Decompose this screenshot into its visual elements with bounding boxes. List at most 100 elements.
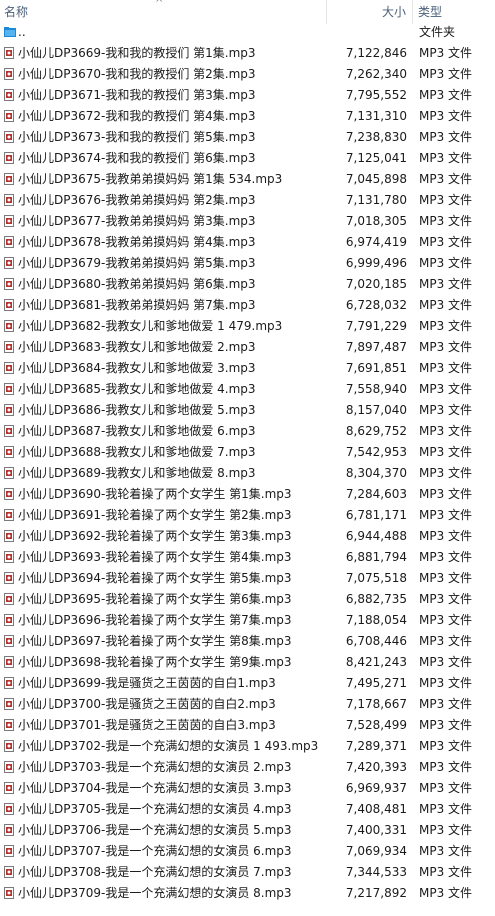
file-row[interactable]: 小仙儿DP3685-我教女儿和爹地做爱 4.mp3 7,558,940 MP3 文件	[0, 379, 495, 400]
file-row[interactable]: 小仙儿DP3707-我是一个充满幻想的女演员 6.mp3 7,069,934 MP3…	[0, 841, 495, 862]
audio-file-icon	[4, 803, 14, 815]
file-size: 7,420,393	[345, 760, 407, 774]
audio-file-icon	[4, 341, 14, 353]
file-type: MP3 文件	[419, 802, 473, 816]
file-type: MP3 文件	[419, 634, 473, 648]
file-row[interactable]: 小仙儿DP3675-我教弟弟摸妈妈 第1集 534.mp3 7,045,898 MP…	[0, 169, 495, 190]
audio-file-icon	[4, 509, 14, 521]
file-name: 小仙儿DP3687-我教女儿和爹地做爱 6.mp3	[18, 424, 256, 438]
file-row[interactable]: 小仙儿DP3682-我教女儿和爹地做爱 1 479.mp3 7,791,229 MP…	[0, 316, 495, 337]
file-row[interactable]: 小仙儿DP3683-我教女儿和爹地做爱 2.mp3 7,897,487 MP3 文件	[0, 337, 495, 358]
file-row[interactable]: 小仙儿DP3698-我轮着操了两个女学生 第9集.mp3 8,421,243 MP3…	[0, 652, 495, 673]
file-type: MP3 文件	[419, 865, 473, 879]
file-row[interactable]: 小仙儿DP3678-我教弟弟摸妈妈 第4集.mp3 6,974,419 MP3 文件	[0, 232, 495, 253]
file-size: 7,344,533	[345, 865, 407, 879]
file-row[interactable]: 小仙儿DP3699-我是骚货之王茵茵的自白1.mp3 7,495,271 MP3 文…	[0, 673, 495, 694]
audio-file-icon	[4, 215, 14, 227]
audio-file-icon	[4, 635, 14, 647]
file-row[interactable]: 小仙儿DP3671-我和我的教授们 第3集.mp3 7,795,552 MP3 文件	[0, 85, 495, 106]
file-name: 小仙儿DP3706-我是一个充满幻想的女演员 5.mp3	[18, 823, 292, 837]
file-row[interactable]: 小仙儿DP3696-我轮着操了两个女学生 第7集.mp3 7,188,054 MP3…	[0, 610, 495, 631]
file-row[interactable]: 小仙儿DP3676-我教弟弟摸妈妈 第2集.mp3 7,131,780 MP3 文件	[0, 190, 495, 211]
file-type: MP3 文件	[419, 781, 473, 795]
column-header-type[interactable]: 类型	[418, 4, 442, 20]
file-type: MP3 文件	[419, 361, 473, 375]
audio-file-icon	[4, 194, 14, 206]
file-row[interactable]: 小仙儿DP3677-我教弟弟摸妈妈 第3集.mp3 7,018,305 MP3 文件	[0, 211, 495, 232]
column-header-size[interactable]: 大小	[382, 4, 406, 20]
file-name: 小仙儿DP3675-我教弟弟摸妈妈 第1集 534.mp3	[18, 172, 283, 186]
file-row[interactable]: 小仙儿DP3705-我是一个充满幻想的女演员 4.mp3 7,408,481 MP3…	[0, 799, 495, 820]
file-row[interactable]: 小仙儿DP3688-我教女儿和爹地做爱 7.mp3 7,542,953 MP3 文件	[0, 442, 495, 463]
file-size: 6,881,794	[345, 550, 407, 564]
file-size: 7,495,271	[345, 676, 407, 690]
file-type: MP3 文件	[419, 109, 473, 123]
file-type: MP3 文件	[419, 46, 473, 60]
file-row[interactable]: 小仙儿DP3687-我教女儿和爹地做爱 6.mp3 8,629,752 MP3 文件	[0, 421, 495, 442]
audio-file-icon	[4, 278, 14, 290]
audio-file-icon	[4, 740, 14, 752]
parent-folder-row[interactable]: .. 文件夹	[0, 22, 495, 43]
file-row[interactable]: 小仙儿DP3684-我教女儿和爹地做爱 3.mp3 7,691,851 MP3 文件	[0, 358, 495, 379]
file-type: MP3 文件	[419, 67, 473, 81]
file-name: 小仙儿DP3696-我轮着操了两个女学生 第7集.mp3	[18, 613, 292, 627]
file-type: MP3 文件	[419, 739, 473, 753]
file-row[interactable]: 小仙儿DP3670-我和我的教授们 第2集.mp3 7,262,340 MP3 文件	[0, 64, 495, 85]
file-size: 6,969,937	[345, 781, 407, 795]
file-type: MP3 文件	[419, 655, 473, 669]
file-row[interactable]: 小仙儿DP3690-我轮着操了两个女学生 第1集.mp3 7,284,603 MP3…	[0, 484, 495, 505]
file-name: 小仙儿DP3681-我教弟弟摸妈妈 第7集.mp3	[18, 298, 256, 312]
file-row[interactable]: 小仙儿DP3704-我是一个充满幻想的女演员 3.mp3 6,969,937 MP3…	[0, 778, 495, 799]
file-row[interactable]: 小仙儿DP3694-我轮着操了两个女学生 第5集.mp3 7,075,518 MP3…	[0, 568, 495, 589]
file-type: MP3 文件	[419, 319, 473, 333]
chevron-up-icon: ^	[155, 0, 164, 9]
file-name: 小仙儿DP3709-我是一个充满幻想的女演员 8.mp3	[18, 886, 292, 900]
file-row[interactable]: 小仙儿DP3709-我是一个充满幻想的女演员 8.mp3 7,217,892 MP3…	[0, 883, 495, 904]
file-name: 小仙儿DP3673-我和我的教授们 第5集.mp3	[18, 130, 256, 144]
file-type: MP3 文件	[419, 823, 473, 837]
file-size: 7,795,552	[345, 88, 407, 102]
file-row[interactable]: 小仙儿DP3681-我教弟弟摸妈妈 第7集.mp3 6,728,032 MP3 文件	[0, 295, 495, 316]
file-name: 小仙儿DP3670-我和我的教授们 第2集.mp3	[18, 67, 256, 81]
file-name: 小仙儿DP3704-我是一个充满幻想的女演员 3.mp3	[18, 781, 292, 795]
file-row[interactable]: 小仙儿DP3674-我和我的教授们 第6集.mp3 7,125,041 MP3 文件	[0, 148, 495, 169]
file-row[interactable]: 小仙儿DP3695-我轮着操了两个女学生 第6集.mp3 6,882,735 MP3…	[0, 589, 495, 610]
file-row[interactable]: 小仙儿DP3689-我教女儿和爹地做爱 8.mp3 8,304,370 MP3 文件	[0, 463, 495, 484]
audio-file-icon	[4, 761, 14, 773]
file-row[interactable]: 小仙儿DP3692-我轮着操了两个女学生 第3集.mp3 6,944,488 MP3…	[0, 526, 495, 547]
file-row[interactable]: 小仙儿DP3700-我是骚货之王茵茵的自白2.mp3 7,178,667 MP3 文…	[0, 694, 495, 715]
file-type: MP3 文件	[419, 403, 473, 417]
file-size: 7,897,487	[345, 340, 407, 354]
file-row[interactable]: 小仙儿DP3706-我是一个充满幻想的女演员 5.mp3 7,400,331 MP3…	[0, 820, 495, 841]
audio-file-icon	[4, 572, 14, 584]
file-name: 小仙儿DP3700-我是骚货之王茵茵的自白2.mp3	[18, 697, 276, 711]
file-row[interactable]: 小仙儿DP3703-我是一个充满幻想的女演员 2.mp3 7,420,393 MP3…	[0, 757, 495, 778]
file-row[interactable]: 小仙儿DP3686-我教女儿和爹地做爱 5.mp3 8,157,040 MP3 文件	[0, 400, 495, 421]
file-size: 7,178,667	[345, 697, 407, 711]
column-header: 名称 ^ 大小 类型	[0, 0, 495, 24]
file-row[interactable]: 小仙儿DP3679-我教弟弟摸妈妈 第5集.mp3 6,999,496 MP3 文件	[0, 253, 495, 274]
audio-file-icon	[4, 593, 14, 605]
file-size: 7,691,851	[345, 361, 407, 375]
file-type: MP3 文件	[419, 508, 473, 522]
file-row[interactable]: 小仙儿DP3708-我是一个充满幻想的女演员 7.mp3 7,344,533 MP3…	[0, 862, 495, 883]
file-row[interactable]: 小仙儿DP3669-我和我的教授们 第1集.mp3 7,122,846 MP3 文件	[0, 43, 495, 64]
file-row[interactable]: 小仙儿DP3701-我是骚货之王茵茵的自白3.mp3 7,528,499 MP3 文…	[0, 715, 495, 736]
file-row[interactable]: 小仙儿DP3672-我和我的教授们 第4集.mp3 7,131,310 MP3 文件	[0, 106, 495, 127]
file-row[interactable]: 小仙儿DP3691-我轮着操了两个女学生 第2集.mp3 6,781,171 MP3…	[0, 505, 495, 526]
file-type: MP3 文件	[419, 529, 473, 543]
file-row[interactable]: 小仙儿DP3673-我和我的教授们 第5集.mp3 7,238,830 MP3 文件	[0, 127, 495, 148]
column-divider[interactable]	[326, 0, 327, 24]
column-divider[interactable]	[412, 0, 413, 24]
audio-file-icon	[4, 530, 14, 542]
file-type: MP3 文件	[419, 172, 473, 186]
file-row[interactable]: 小仙儿DP3697-我轮着操了两个女学生 第8集.mp3 6,708,446 MP3…	[0, 631, 495, 652]
file-name: 小仙儿DP3697-我轮着操了两个女学生 第8集.mp3	[18, 634, 292, 648]
file-name: 小仙儿DP3684-我教女儿和爹地做爱 3.mp3	[18, 361, 256, 375]
file-name: 小仙儿DP3692-我轮着操了两个女学生 第3集.mp3	[18, 529, 292, 543]
column-header-name[interactable]: 名称	[4, 4, 28, 20]
file-row[interactable]: 小仙儿DP3702-我是一个充满幻想的女演员 1 493.mp3 7,289,37…	[0, 736, 495, 757]
file-row[interactable]: 小仙儿DP3693-我轮着操了两个女学生 第4集.mp3 6,881,794 MP3…	[0, 547, 495, 568]
file-row[interactable]: 小仙儿DP3680-我教弟弟摸妈妈 第6集.mp3 7,020,185 MP3 文件	[0, 274, 495, 295]
file-size: 7,125,041	[345, 151, 407, 165]
